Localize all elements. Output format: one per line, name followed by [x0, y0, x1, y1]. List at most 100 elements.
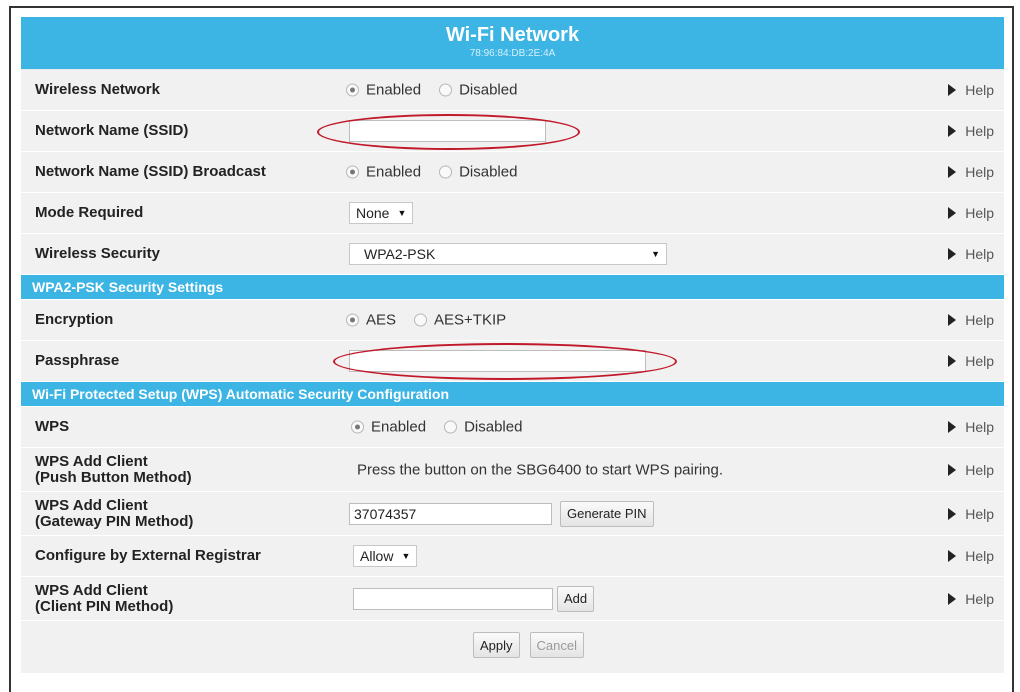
triangle-right-icon [948, 355, 957, 367]
triangle-right-icon [948, 125, 957, 137]
ssid-broadcast-disabled-radio[interactable] [439, 165, 453, 179]
wireless-security-label: Wireless Security [35, 245, 160, 262]
title-bar: Wi-Fi Network 78:96:84:DB:2E:4A [21, 17, 1004, 70]
encryption-aes-tkip-option[interactable]: AES+TKIP [414, 312, 506, 329]
row-wireless-security: Wireless Security WPA2-PSK ▼ Help [21, 234, 1004, 275]
cancel-button[interactable]: Cancel [529, 632, 584, 658]
help-link-ssid-broadcast[interactable]: Help [948, 164, 994, 180]
wps-enabled-option[interactable]: Enabled [351, 419, 426, 436]
ssid-broadcast-enabled-option[interactable]: Enabled [346, 164, 421, 181]
dropdown-arrow-icon: ▼ [651, 249, 660, 259]
wireless-security-value: WPA2-PSK [364, 246, 436, 262]
triangle-right-icon [948, 84, 957, 96]
row-wps-gateway-pin: WPS Add Client (Gateway PIN Method) Gene… [21, 492, 1004, 536]
encryption-aes-tkip-label: AES+TKIP [434, 311, 507, 329]
ssid-input[interactable] [349, 120, 546, 142]
encryption-aes-tkip-radio[interactable] [414, 313, 428, 327]
triangle-right-icon [948, 421, 957, 433]
wireless-security-control: WPA2-PSK ▼ [349, 243, 667, 265]
encryption-aes-label: AES [366, 311, 397, 329]
wps-label: WPS [35, 418, 70, 435]
ssid-broadcast-radio-group: Enabled Disabled [346, 164, 535, 181]
triangle-right-icon [948, 207, 957, 219]
apply-button[interactable]: Apply [473, 632, 520, 658]
help-link-wps[interactable]: Help [948, 419, 994, 435]
ssid-broadcast-enabled-radio[interactable] [346, 165, 359, 179]
help-link-wps-push[interactable]: Help [948, 462, 994, 478]
mac-address: 78:96:84:DB:2E:4A [469, 48, 556, 59]
wps-gateway-label-line1: WPS Add Client [35, 496, 148, 514]
section-header-wpa2: WPA2-PSK Security Settings [21, 275, 1004, 300]
gateway-pin-input[interactable] [349, 502, 552, 525]
wireless-network-enabled-radio[interactable] [346, 83, 359, 97]
row-ssid-broadcast: Network Name (SSID) Broadcast Enabled Di… [21, 152, 1004, 193]
wps-client-label-line1: WPS Add Client [35, 581, 148, 599]
help-link-wps-client[interactable]: Help [948, 591, 994, 607]
external-registrar-select[interactable]: Allow ▼ [353, 545, 418, 567]
help-label: Help [965, 505, 994, 522]
help-label: Help [965, 123, 994, 139]
wps-gateway-label: WPS Add Client (Gateway PIN Method) [35, 496, 193, 530]
wifi-settings-panel: Wi-Fi Network 78:96:84:DB:2E:4A Wireless… [21, 17, 1004, 673]
radio-enabled-label: Enabled [366, 163, 422, 181]
passphrase-control [349, 350, 646, 372]
wps-disabled-radio[interactable] [444, 420, 458, 434]
radio-disabled-label: Disabled [459, 81, 518, 99]
triangle-right-icon [948, 463, 957, 476]
help-link-wireless-network[interactable]: Help [948, 82, 994, 98]
client-pin-input[interactable] [353, 587, 553, 610]
row-wps: WPS Enabled Disabled Help [21, 407, 1004, 448]
dropdown-arrow-icon: ▼ [401, 551, 411, 561]
mode-required-select[interactable]: None ▼ [349, 202, 414, 224]
help-label: Help [965, 164, 994, 180]
wireless-security-select[interactable]: WPA2-PSK ▼ [349, 243, 667, 265]
wps-radio-group: Enabled Disabled [351, 419, 540, 436]
help-link-wireless-security[interactable]: Help [948, 246, 994, 262]
mode-required-value: None [356, 205, 390, 221]
help-link-mode-required[interactable]: Help [948, 205, 994, 221]
radio-disabled-label: Disabled [459, 163, 518, 181]
wps-client-label-line2: (Client PIN Method) [35, 597, 174, 615]
triangle-right-icon [948, 166, 957, 178]
encryption-aes-option[interactable]: AES [346, 312, 396, 329]
footer-actions: Apply Cancel [21, 621, 1004, 673]
wps-disabled-option[interactable]: Disabled [444, 419, 522, 436]
wireless-network-disabled-option[interactable]: Disabled [439, 82, 517, 99]
help-label: Help [965, 82, 994, 98]
help-label: Help [965, 205, 994, 221]
add-button[interactable]: Add [557, 585, 595, 612]
mode-required-label: Mode Required [35, 204, 144, 221]
wireless-network-radio-group: Enabled Disabled [346, 82, 535, 99]
wps-enabled-radio[interactable] [351, 420, 364, 434]
encryption-aes-radio[interactable] [346, 313, 359, 327]
external-registrar-control: Allow ▼ [353, 545, 418, 567]
radio-enabled-label: Enabled [366, 81, 422, 99]
wireless-network-enabled-option[interactable]: Enabled [346, 82, 421, 99]
external-registrar-label: Configure by External Registrar [35, 547, 261, 564]
help-label: Help [965, 461, 994, 478]
wps-push-label-line2: (Push Button Method) [35, 468, 192, 486]
help-label: Help [965, 590, 994, 607]
generate-pin-button[interactable]: Generate PIN [560, 500, 654, 527]
row-ssid: Network Name (SSID) Help [21, 111, 1004, 152]
triangle-right-icon [948, 592, 957, 605]
wps-client-control: Add [353, 585, 595, 612]
help-link-ssid[interactable]: Help [948, 123, 994, 139]
ssid-broadcast-disabled-option[interactable]: Disabled [439, 164, 517, 181]
wps-push-label-line1: WPS Add Client [35, 452, 148, 470]
help-link-passphrase[interactable]: Help [948, 353, 994, 369]
passphrase-input[interactable] [349, 350, 646, 372]
wps-push-text: Press the button on the SBG6400 to start… [357, 461, 724, 478]
wps-push-label: WPS Add Client (Push Button Method) [35, 452, 192, 486]
encryption-radio-group: AES AES+TKIP [346, 312, 524, 329]
help-link-wps-gateway[interactable]: Help [948, 506, 994, 522]
wireless-network-label: Wireless Network [35, 81, 160, 98]
triangle-right-icon [948, 550, 957, 562]
help-link-external-registrar[interactable]: Help [948, 548, 994, 564]
row-wps-push-button: WPS Add Client (Push Button Method) Pres… [21, 448, 1004, 492]
radio-disabled-label: Disabled [464, 418, 523, 436]
wireless-network-disabled-radio[interactable] [439, 83, 453, 97]
help-link-encryption[interactable]: Help [948, 312, 994, 328]
radio-enabled-label: Enabled [371, 418, 427, 436]
row-wps-client-pin: WPS Add Client (Client PIN Method) Add H… [21, 577, 1004, 621]
